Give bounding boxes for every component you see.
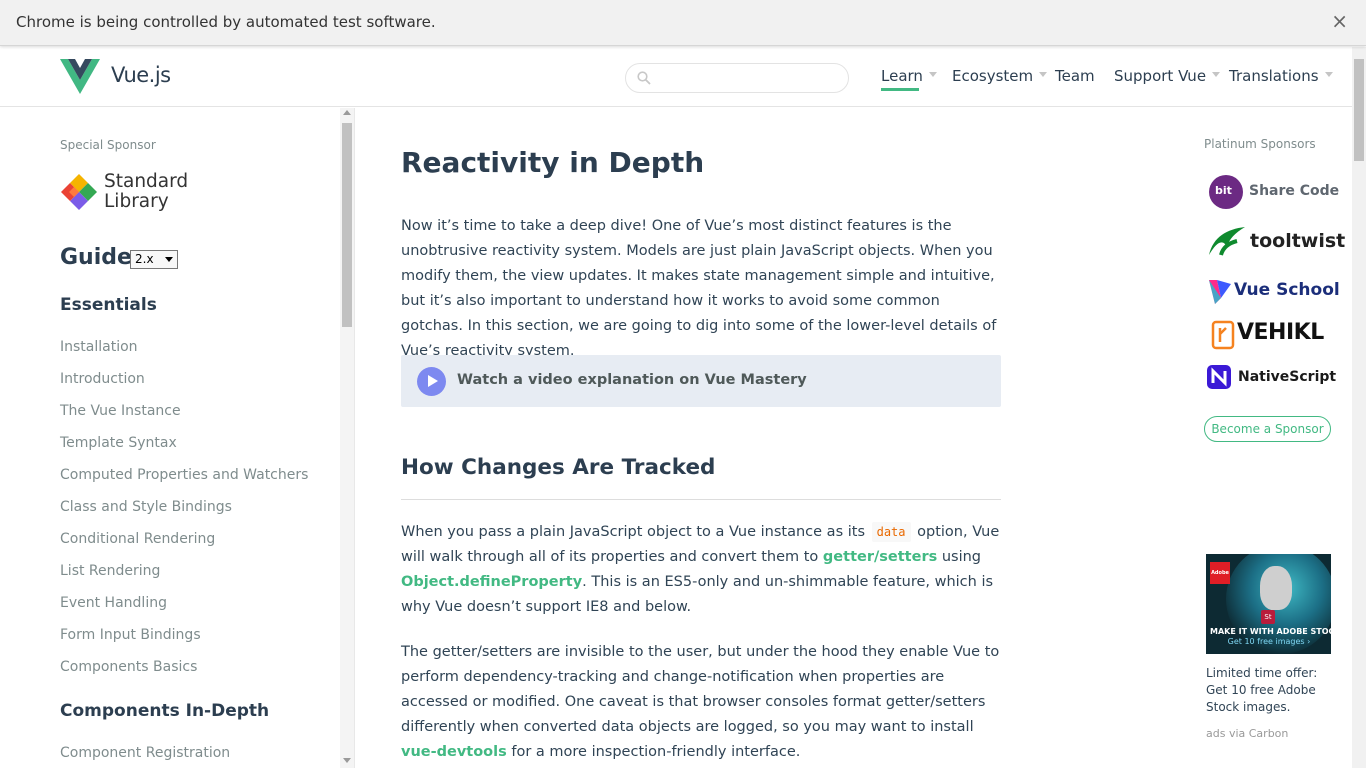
video-banner[interactable]: Watch a video explanation on Vue Mastery (401, 355, 1001, 407)
sidebar-link[interactable]: Class and Style Bindings (60, 499, 232, 515)
guide-title: Guide (60, 245, 132, 270)
chevron-down-icon (1212, 72, 1221, 77)
nav-support-vue[interactable]: Support Vue (1114, 67, 1221, 85)
nav-team[interactable]: Team (1055, 67, 1095, 85)
close-icon[interactable]: × (1331, 11, 1348, 31)
active-nav-indicator (881, 88, 919, 91)
intro-paragraph: Now it’s time to take a deep dive! One o… (401, 218, 997, 359)
vue-logo-icon[interactable] (60, 59, 100, 95)
become-sponsor-button[interactable]: Become a Sponsor (1204, 416, 1331, 442)
nav-ecosystem-label: Ecosystem (952, 67, 1034, 85)
sponsor-name-line1: Standard (104, 171, 189, 192)
sponsor-vehikl[interactable]: VEHIKL (1207, 315, 1332, 353)
nav-learn-label: Learn (881, 67, 923, 85)
sidebar-link[interactable]: Introduction (60, 371, 145, 387)
vue-devtools-link[interactable]: vue-devtools (401, 744, 507, 760)
nav-translations[interactable]: Translations (1229, 67, 1333, 85)
text-run: for a more inspection-friendly interface… (506, 744, 801, 760)
sidebar-scrollbar[interactable] (340, 108, 354, 768)
sidebar-link[interactable]: List Rendering (60, 563, 160, 579)
sponsor-name: Vue School (1234, 280, 1340, 300)
scroll-up-icon[interactable] (343, 110, 351, 115)
sponsor-name: Share Code (1249, 183, 1340, 199)
sidebar-link[interactable]: Form Input Bindings (60, 627, 201, 643)
sponsor-bit[interactable]: bit Share Code (1207, 173, 1339, 211)
platinum-sponsors-label: Platinum Sponsors (1204, 137, 1316, 151)
sidebar-link[interactable]: Event Handling (60, 595, 167, 611)
text-run: The getter/setters are invisible to the … (401, 644, 1000, 735)
text-run: using (937, 549, 982, 565)
automation-infobar: Chrome is being controlled by automated … (0, 0, 1366, 46)
chevron-down-icon (1324, 72, 1333, 77)
sponsor-name: VEHIKL (1237, 320, 1324, 345)
sponsor-name-line2: Library (104, 191, 169, 212)
getter-setters-link[interactable]: getter/setters (823, 549, 937, 565)
search-icon (637, 71, 651, 85)
page-scrollbar[interactable] (1352, 47, 1366, 768)
sidebar-link[interactable]: Components Basics (60, 659, 197, 675)
sponsor-name: NativeScript (1238, 369, 1337, 385)
search-box[interactable] (625, 63, 849, 93)
ad-badge-text: Adobe (1211, 570, 1229, 576)
special-sponsor-label: Special Sponsor (60, 138, 156, 152)
adobe-stock-icon: St (1261, 610, 1275, 624)
tooltwist-logo-icon (1209, 227, 1245, 256)
bit-badge-text: bit (1215, 184, 1232, 197)
ad-portrait (1260, 566, 1292, 610)
sidebar-scrollbar-thumb[interactable] (342, 123, 352, 327)
section-title-essentials: Essentials (60, 295, 157, 315)
video-link[interactable]: Watch a video explanation on Vue Mastery (457, 372, 807, 388)
page-title: Reactivity in Depth (401, 146, 705, 179)
paragraph-getters: The getter/setters are invisible to the … (401, 640, 1001, 765)
sponsor-name: tooltwist (1250, 230, 1346, 252)
chevron-down-icon (165, 257, 173, 262)
standard-library-name[interactable]: Standard Library (104, 172, 188, 212)
version-select[interactable]: 2.x (130, 250, 178, 269)
ad-text-link[interactable]: Limited time offer: Get 10 free Adobe St… (1206, 665, 1334, 716)
nav-translations-label: Translations (1229, 67, 1319, 85)
define-property-link[interactable]: Object.defineProperty (401, 574, 582, 590)
sidebar-link[interactable]: Component Registration (60, 745, 230, 761)
nav-learn[interactable]: Learn (881, 67, 937, 85)
sponsor-nativescript[interactable]: NativeScript (1207, 360, 1336, 398)
sidebar-link[interactable]: The Vue Instance (60, 403, 181, 419)
ad-image[interactable]: Adobe St MAKE IT WITH ADOBE STOCK. Get 1… (1206, 554, 1331, 654)
nav-ecosystem[interactable]: Ecosystem (952, 67, 1048, 85)
scroll-down-icon[interactable] (343, 758, 351, 763)
paragraph-tracking: When you pass a plain JavaScript object … (401, 520, 1001, 620)
section-heading: How Changes Are Tracked (401, 455, 716, 480)
infobar-message: Chrome is being controlled by automated … (16, 13, 436, 31)
ad-headline: MAKE IT WITH ADOBE STOCK. (1210, 627, 1331, 636)
text-run: When you pass a plain JavaScript object … (401, 524, 870, 540)
sponsor-vue-school[interactable]: Vue School (1207, 272, 1340, 310)
sidebar-link[interactable]: Template Syntax (60, 435, 177, 451)
site-logo-text[interactable]: Vue.js (111, 63, 171, 87)
inline-code: data (871, 522, 911, 542)
site-header: Vue.js Learn Ecosystem Team Support Vue … (0, 47, 1352, 107)
nav-support-label: Support Vue (1114, 67, 1207, 85)
chevron-down-icon (928, 72, 937, 77)
section-title-components-in-depth: Components In-Depth (60, 701, 270, 721)
section-divider (401, 499, 1001, 500)
vehikl-logo-icon (1211, 320, 1235, 350)
page-scrollbar-thumb[interactable] (1354, 59, 1364, 161)
sidebar-link[interactable]: Conditional Rendering (60, 531, 215, 547)
vue-school-logo-icon (1209, 280, 1231, 304)
sidebar: Special Sponsor Standard Library Guide 2… (0, 108, 355, 768)
ad-subline: Get 10 free images › (1227, 637, 1311, 646)
standard-library-logo-icon[interactable] (60, 173, 98, 211)
sponsor-tooltwist[interactable]: tooltwist (1207, 222, 1345, 260)
adobe-logo-icon: Adobe (1210, 562, 1230, 584)
sidebar-link[interactable]: Computed Properties and Watchers (60, 467, 308, 483)
play-icon[interactable] (417, 367, 446, 396)
chevron-down-icon (1039, 72, 1048, 77)
version-value: 2.x (135, 252, 154, 266)
nativescript-logo-icon (1207, 365, 1231, 389)
ads-via-carbon-link[interactable]: ads via Carbon (1206, 727, 1288, 740)
search-input[interactable] (658, 68, 838, 88)
sidebar-link[interactable]: Installation (60, 339, 138, 355)
